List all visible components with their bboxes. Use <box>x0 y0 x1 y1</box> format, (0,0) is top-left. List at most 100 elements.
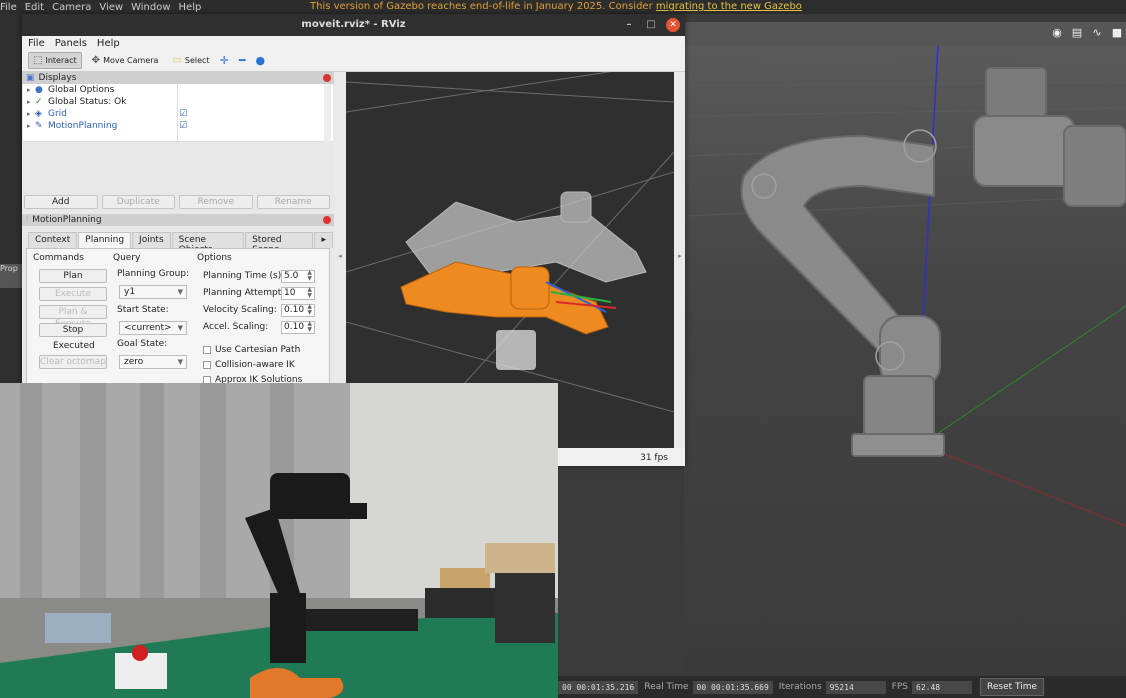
motion-planning-close-icon[interactable] <box>323 216 331 224</box>
velocity-scaling-value: 0.10 <box>284 305 305 315</box>
camera-image <box>0 383 558 698</box>
displays-close-icon[interactable] <box>323 74 331 82</box>
move-camera-icon: ✥ <box>91 55 101 66</box>
plot-icon[interactable]: ∿ <box>1090 27 1104 39</box>
spin-arrows-icon[interactable]: ▲ ▼ <box>307 304 312 316</box>
planning-group-select[interactable]: y1 ▼ <box>119 285 187 299</box>
rviz-menu-file[interactable]: File <box>28 38 45 49</box>
goal-state-select[interactable]: zero ▼ <box>119 355 187 369</box>
tab-planning[interactable]: Planning <box>78 232 132 248</box>
spin-arrows-icon[interactable]: ▲ ▼ <box>307 270 312 282</box>
gazebo-menu-view[interactable]: View <box>99 2 131 13</box>
remove-button[interactable]: Remove <box>179 195 253 209</box>
add-button[interactable]: Add <box>24 195 98 209</box>
expand-arrow-icon[interactable]: ▸ <box>27 110 35 118</box>
accel-scaling-value: 0.10 <box>284 322 305 332</box>
gazebo-3d-viewport[interactable] <box>684 46 1126 676</box>
motion-planning-title: MotionPlanning <box>32 215 102 225</box>
expand-arrow-icon[interactable]: ▸ <box>27 86 35 94</box>
publish-point-icon[interactable]: ● <box>255 54 265 67</box>
display-item-label: MotionPlanning <box>48 121 118 131</box>
displays-button-row: Add Duplicate Remove Rename <box>22 190 334 214</box>
spin-arrows-icon[interactable]: ▲ ▼ <box>307 287 312 299</box>
display-item-motion-planning[interactable]: ▸ ✎ MotionPlanning ☑ <box>23 120 333 132</box>
tab-scroll-right[interactable]: ▸ <box>314 232 333 248</box>
tab-joints[interactable]: Joints <box>132 232 171 248</box>
planning-tab-body: Commands Query Options Plan Execute Plan… <box>26 248 330 398</box>
tab-stored-scenes[interactable]: Stored Scene <box>245 232 314 255</box>
execution-status: Executed <box>53 341 95 351</box>
camera-icon[interactable]: ◉ <box>1050 27 1064 39</box>
velocity-scaling-input[interactable]: 0.10 ▲ ▼ <box>281 304 315 317</box>
displays-title: Displays <box>38 73 77 83</box>
gazebo-eol-notice: This version of Gazebo reaches end-of-li… <box>310 0 802 14</box>
notice-link[interactable]: migrating to the new Gazebo <box>656 1 802 12</box>
log-icon[interactable]: ▤ <box>1070 27 1084 39</box>
video-icon[interactable]: ■ <box>1110 27 1124 39</box>
gazebo-scene <box>684 46 1126 527</box>
gazebo-menu-camera[interactable]: Camera <box>52 2 99 13</box>
tab-context[interactable]: Context <box>28 232 78 248</box>
display-item-label: Global Options <box>48 85 115 95</box>
minimize-icon[interactable]: – <box>622 18 636 32</box>
chevron-down-icon: ▼ <box>177 358 183 366</box>
right-splitter[interactable]: ▸ <box>674 72 685 448</box>
planning-attempts-label: Planning Attempts: <box>203 288 289 298</box>
gazebo-menu-file[interactable]: File <box>0 2 25 13</box>
expand-arrow-icon[interactable]: ▸ <box>27 122 35 130</box>
focus-camera-icon[interactable]: ✛ <box>220 54 229 67</box>
select-tool[interactable]: ▭ Select <box>168 53 213 68</box>
displays-icon: ▣ <box>26 73 35 83</box>
grid-enable-checkbox[interactable]: ☑ <box>179 109 187 119</box>
collision-aware-ik-checkbox[interactable]: Collision-aware IK <box>203 360 295 370</box>
spin-arrows-icon[interactable]: ▲ ▼ <box>307 321 312 333</box>
gazebo-left-tab[interactable]: Prop <box>0 264 22 288</box>
display-item-global-status[interactable]: ▸ ✓ Global Status: Ok <box>23 96 333 108</box>
robot-camera-feed <box>0 383 558 698</box>
rviz-menu-help[interactable]: Help <box>97 38 120 49</box>
plan-button[interactable]: Plan <box>39 269 107 283</box>
display-item-label: Grid <box>48 109 67 119</box>
execute-button[interactable]: Execute <box>39 287 107 301</box>
displays-scrollbar[interactable] <box>324 84 331 142</box>
expand-arrow-icon[interactable]: ▸ <box>27 98 35 106</box>
collapse-right-icon[interactable]: ▸ <box>674 252 686 260</box>
collapse-left-icon[interactable]: ◂ <box>334 252 346 260</box>
rename-button[interactable]: Rename <box>256 195 330 209</box>
start-state-select[interactable]: <current> ▼ <box>119 321 187 335</box>
display-item-global-options[interactable]: ▸ ● Global Options <box>23 84 333 96</box>
planning-attempts-input[interactable]: 10 ▲ ▼ <box>281 287 315 300</box>
motion-planning-enable-checkbox[interactable]: ☑ <box>179 121 187 131</box>
interact-tool[interactable]: ⬚ Interact <box>28 52 82 69</box>
interact-icon: ⬚ <box>33 55 43 66</box>
plan-and-execute-button[interactable]: Plan & Execute <box>39 305 107 329</box>
display-item-grid[interactable]: ▸ ◈ Grid ☑ <box>23 108 333 120</box>
duplicate-button[interactable]: Duplicate <box>101 195 175 209</box>
gazebo-menu-help[interactable]: Help <box>179 2 210 13</box>
gazebo-left-strip: Prop <box>0 14 24 384</box>
maximize-icon[interactable]: □ <box>644 18 658 32</box>
tab-scene-objects[interactable]: Scene Objects <box>171 232 245 255</box>
goal-state-label: Goal State: <box>117 339 168 349</box>
gazebo-menu-window[interactable]: Window <box>131 2 178 13</box>
close-icon[interactable]: ✕ <box>666 18 680 32</box>
accel-scaling-input[interactable]: 0.10 ▲ ▼ <box>281 321 315 334</box>
move-camera-tool[interactable]: ✥ Move Camera <box>88 53 163 68</box>
fps-value: 62.48 <box>912 680 972 694</box>
globe-icon: ● <box>35 85 43 95</box>
clear-octomap-button[interactable]: Clear octomap <box>39 355 107 369</box>
cartesian-path-checkbox[interactable]: Use Cartesian Path <box>203 345 300 355</box>
rviz-menu-panels[interactable]: Panels <box>55 38 87 49</box>
rviz-title-bar[interactable]: moveit.rviz* - RViz – □ ✕ <box>22 14 685 36</box>
measure-icon[interactable]: ━ <box>239 54 246 67</box>
motion-planning-panel-header: ⫶ MotionPlanning <box>22 214 334 226</box>
reset-time-button[interactable]: Reset Time <box>980 678 1045 696</box>
commands-header: Commands <box>33 253 84 263</box>
gazebo-menu-edit[interactable]: Edit <box>25 2 52 13</box>
planning-time-input[interactable]: 5.0 ▲ ▼ <box>281 270 315 283</box>
stop-button[interactable]: Stop <box>39 323 107 337</box>
iterations-label: Iterations <box>778 682 822 692</box>
goal-state-value: zero <box>124 357 144 367</box>
planning-time-label: Planning Time (s): <box>203 271 285 281</box>
checkbox-label: Use Cartesian Path <box>215 345 301 355</box>
